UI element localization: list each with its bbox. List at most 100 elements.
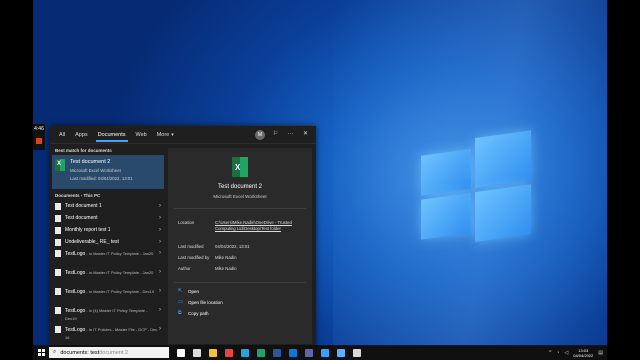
folder-icon: ▭ — [178, 299, 183, 305]
tab-web[interactable]: Web — [131, 126, 152, 144]
preview-title: Test document 2 — [217, 184, 263, 190]
document-icon — [55, 202, 61, 210]
excel-file-icon — [55, 159, 65, 171]
list-item-path: - in Master IT Policy Template - Dec19 — [85, 289, 155, 294]
list-item-title: TestLogo — [65, 289, 86, 295]
volume-icon[interactable]: ◁ — [564, 350, 568, 356]
show-hidden-icons-icon[interactable]: ^ — [549, 350, 551, 356]
detail-location: Location C:\Users\Mike.Nadin\OneDrive - … — [178, 220, 306, 232]
taskbar: ⌕ documents: test document 2 ^ ◔ ◁ 13:03… — [33, 345, 607, 360]
chevron-right-icon[interactable]: › — [159, 288, 161, 294]
copy-path-action[interactable]: ⧉ Copy path — [178, 310, 209, 316]
image-icon — [55, 326, 61, 333]
divider — [174, 208, 306, 209]
image-icon — [55, 250, 61, 257]
image-icon — [55, 269, 61, 276]
task-view-icon[interactable] — [193, 348, 201, 357]
image-icon — [55, 307, 61, 314]
detail-author: Author Mike Nadin — [178, 266, 237, 271]
best-match-heading: Best match for documents — [55, 148, 112, 153]
list-item[interactable]: TestLogo - in (4) Master IT Policy Templ… — [50, 305, 166, 324]
remote-desktop-icon[interactable] — [337, 348, 345, 357]
mail-icon — [55, 238, 61, 246]
list-item[interactable]: Monthly report test 1 › — [50, 224, 166, 236]
search-tabs: All Apps Documents Web More ▾ M ⚐ ··· ✕ — [50, 126, 316, 144]
list-item-path: - in Master IT Policy Template - Jan20 — [85, 251, 154, 256]
cortana-icon[interactable] — [177, 348, 185, 357]
location-link[interactable]: C:\Users\Mike.Nadin\OneDrive - Trusted C… — [215, 220, 306, 232]
more-options-icon[interactable]: ··· — [286, 130, 295, 139]
list-item[interactable]: Test document 1 › — [50, 200, 166, 212]
chevron-right-icon[interactable]: › — [159, 239, 161, 245]
list-item-title: Undeliverable_ RE_ test — [65, 239, 119, 245]
results-list: Best match for documents Test document 2… — [50, 144, 166, 346]
document-icon — [55, 214, 61, 222]
list-item[interactable]: TestLogo - in Master IT Policy Template … — [50, 267, 166, 286]
chevron-down-icon: ▾ — [171, 131, 174, 138]
list-item[interactable]: TestLogo - in Master IT Policy Template … — [50, 286, 166, 305]
stop-record-icon[interactable] — [36, 138, 42, 144]
chrome-icon[interactable] — [225, 348, 233, 357]
search-panel: All Apps Documents Web More ▾ M ⚐ ··· ✕ B… — [50, 126, 316, 346]
file-explorer-icon[interactable] — [209, 348, 217, 357]
teams-icon[interactable] — [305, 348, 313, 357]
list-item[interactable]: TestLogo - in Master IT Policy Template … — [50, 248, 166, 267]
chevron-right-icon[interactable]: › — [159, 250, 161, 256]
list-item-title: TestLogo — [65, 270, 86, 276]
clock-date: 04/04/2022 — [573, 352, 594, 358]
list-item[interactable]: Undeliverable_ RE_ test › — [50, 236, 166, 248]
windows-logo-wallpaper — [421, 126, 531, 243]
copy-icon: ⧉ — [178, 310, 182, 316]
recording-time: 4:46 — [34, 126, 44, 132]
best-match-modified: Last modified: 04/04/2022, 13:01 — [70, 176, 133, 181]
recording-widget[interactable]: 4:46 — [33, 124, 45, 150]
list-item-title: TestLogo — [65, 308, 86, 314]
tab-all[interactable]: All — [54, 126, 70, 144]
start-button[interactable] — [33, 345, 49, 360]
clock[interactable]: 13:03 04/04/2022 — [573, 348, 593, 358]
tab-apps[interactable]: Apps — [70, 126, 93, 144]
outlook-icon[interactable] — [289, 348, 297, 357]
best-match-item[interactable]: Test document 2 Microsoft Excel Workshee… — [52, 155, 164, 189]
network-icon[interactable]: ◔ — [556, 350, 559, 356]
preview-pane: X Test document 2 Microsoft Excel Worksh… — [168, 148, 312, 344]
tab-documents[interactable]: Documents — [93, 126, 131, 144]
notifications-icon[interactable]: ▤ — [598, 350, 603, 356]
search-typed-text: documents: test — [60, 349, 100, 356]
avatar[interactable]: M — [255, 129, 265, 140]
app-icon[interactable] — [353, 348, 361, 357]
list-item-path: - in Master IT Policy Template - Jan20 — [85, 270, 154, 275]
word-icon[interactable] — [273, 348, 281, 357]
pinned-apps — [177, 348, 361, 357]
taskbar-search-input[interactable]: ⌕ documents: test document 2 — [49, 347, 169, 358]
detail-last-modified: Last modified 04/04/2022, 13:01 — [178, 244, 250, 249]
feedback-icon[interactable]: ⚐ — [271, 130, 280, 139]
list-item-title: Test document — [65, 215, 98, 221]
open-file-location-action[interactable]: ▭ Open file location — [178, 299, 223, 305]
list-item-title: Monthly report test 1 — [65, 227, 111, 233]
chevron-right-icon[interactable]: › — [159, 215, 161, 221]
tab-more[interactable]: More ▾ — [152, 126, 179, 144]
windows-icon — [37, 349, 45, 356]
search-autocomplete-hint: document 2 — [99, 349, 128, 356]
chevron-right-icon[interactable]: › — [159, 326, 161, 332]
photos-icon[interactable] — [321, 348, 329, 357]
edge-icon[interactable] — [241, 348, 249, 357]
list-item-title: Test document 1 — [65, 203, 102, 209]
list-item[interactable]: TestLogo - in IT Policies - Master File … — [50, 324, 166, 343]
list-item[interactable]: Test document › — [50, 212, 166, 224]
excel-icon[interactable] — [257, 348, 265, 357]
chevron-right-icon[interactable]: › — [159, 203, 161, 209]
chevron-right-icon[interactable]: › — [159, 269, 161, 275]
open-action[interactable]: ⇱ Open — [178, 288, 199, 294]
best-match-title: Test document 2 — [70, 159, 111, 165]
chevron-right-icon[interactable]: › — [159, 227, 161, 233]
chevron-right-icon[interactable]: › — [159, 307, 161, 313]
preview-subtitle: Microsoft Excel Worksheet — [213, 194, 267, 199]
close-icon[interactable]: ✕ — [301, 130, 310, 139]
open-icon: ⇱ — [178, 288, 183, 294]
excel-file-icon: X — [232, 157, 248, 177]
document-icon — [55, 226, 61, 234]
best-match-type: Microsoft Excel Worksheet — [70, 168, 121, 173]
detail-modified-by: Last modified by Mike Nadin — [178, 255, 237, 260]
